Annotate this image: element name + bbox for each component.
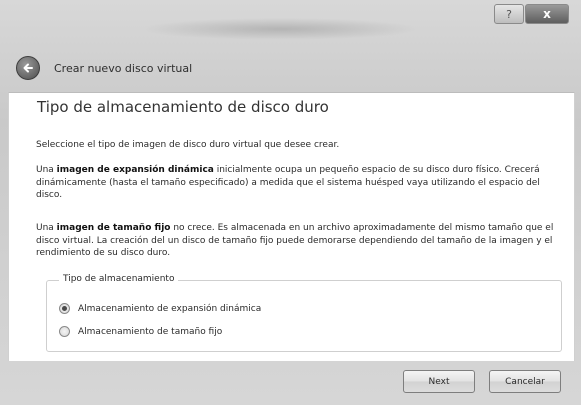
storage-type-legend: Tipo de almacenamiento [59,274,179,284]
wizard-header: Crear nuevo disco virtual [0,46,581,90]
dynamic-prefix: Una [36,165,57,175]
radio-button-dynamic[interactable] [59,303,70,314]
close-icon: x [543,7,551,21]
dynamic-bold-term: imagen de expansión dinámica [56,165,214,175]
back-arrow-icon [23,63,33,73]
intro-text: Seleccione el tipo de imagen de disco du… [36,140,340,150]
storage-type-group: Tipo de almacenamiento Almacenamiento de… [46,274,562,352]
wizard-title: Crear nuevo disco virtual [54,61,193,75]
fixed-prefix: Una [36,223,57,233]
dialog-window: ? x Crear nuevo disco virtual Tipo de al… [0,0,581,405]
help-icon: ? [506,7,512,21]
fixed-description: Una imagen de tamaño fijo no crece. Es a… [36,222,560,260]
radio-option-dynamic[interactable]: Almacenamiento de expansión dinámica [59,303,261,314]
fixed-bold-term: imagen de tamaño fijo [56,223,171,233]
titlebar-glass [140,18,420,40]
wizard-footer: Next Cancelar [0,360,581,405]
next-button[interactable]: Next [403,370,475,393]
close-button[interactable]: x [525,4,569,24]
help-button[interactable]: ? [494,4,524,24]
radio-label-fixed: Almacenamiento de tamaño fijo [78,326,223,337]
back-button[interactable] [16,56,40,80]
radio-label-dynamic: Almacenamiento de expansión dinámica [78,303,262,314]
dynamic-description: Una imagen de expansión dinámica inicial… [36,164,560,202]
page-title: Tipo de almacenamiento de disco duro [37,98,329,116]
radio-button-fixed[interactable] [59,326,70,337]
radio-option-fixed[interactable]: Almacenamiento de tamaño fijo [59,326,222,337]
titlebar-buttons: ? x [494,4,569,24]
cancel-button[interactable]: Cancelar [489,370,561,393]
